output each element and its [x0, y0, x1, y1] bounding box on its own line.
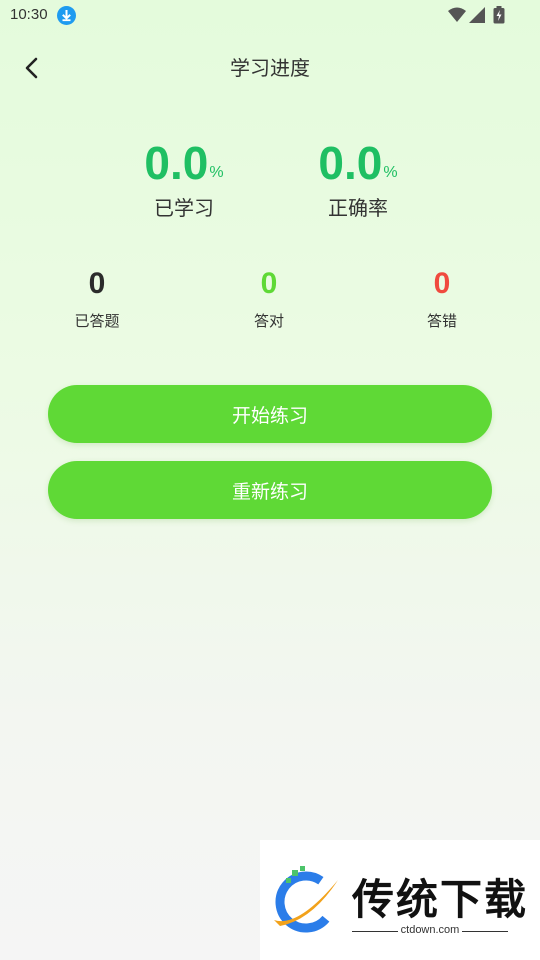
answered-count: 0 — [88, 267, 106, 300]
restart-practice-button[interactable]: 重新练习 — [48, 461, 492, 519]
status-time: 10:30 — [10, 6, 48, 23]
watermark-name: 传统下载 — [352, 875, 529, 924]
signal-icon — [469, 7, 485, 27]
accuracy-value: 0.0 — [318, 137, 383, 189]
watermark: 传统下载 ctdown.com — [260, 840, 540, 960]
accuracy-unit: % — [383, 164, 398, 181]
wifi-icon — [448, 7, 466, 27]
correct-stat: 0 答对 — [209, 266, 329, 331]
download-notification-icon — [57, 6, 76, 25]
correct-label: 答对 — [253, 312, 284, 330]
accuracy-label: 正确率 — [328, 196, 388, 220]
accuracy-stat: 0.0 % 正确率 — [268, 138, 448, 221]
battery-icon — [493, 6, 505, 28]
learned-value: 0.0 — [144, 137, 209, 189]
learned-unit: % — [209, 164, 224, 181]
page-title: 学习进度 — [230, 56, 310, 80]
correct-count: 0 — [260, 267, 278, 300]
wrong-count: 0 — [433, 267, 451, 300]
wrong-label: 答错 — [426, 312, 457, 330]
start-practice-button[interactable]: 开始练习 — [48, 385, 492, 443]
answered-label: 已答题 — [74, 312, 120, 330]
status-bar: 10:30 — [0, 0, 540, 32]
watermark-logo-icon — [268, 862, 344, 942]
wrong-stat: 0 答错 — [382, 266, 502, 331]
answered-stat: 0 已答题 — [37, 266, 157, 331]
watermark-site: ctdown.com — [352, 924, 508, 936]
learned-stat: 0.0 % 已学习 — [94, 138, 274, 221]
learned-label: 已学习 — [154, 196, 214, 220]
